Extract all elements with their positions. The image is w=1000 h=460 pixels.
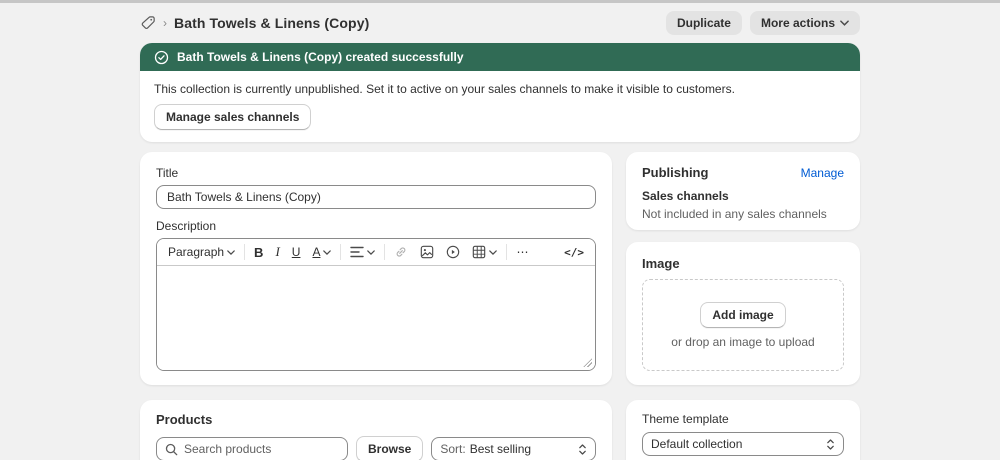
sales-channels-status: Not included in any sales channels [642, 207, 827, 221]
description-label: Description [156, 219, 217, 233]
theme-template-card: Theme template Default collection [626, 400, 860, 460]
theme-template-select[interactable]: Default collection [642, 432, 844, 456]
text-color-button[interactable]: A [309, 242, 334, 262]
format-dropdown[interactable]: Paragraph [165, 242, 238, 262]
description-field: Description Paragraph B I U A ⋯ </> [156, 219, 596, 371]
add-image-button[interactable]: Add image [700, 301, 786, 328]
rich-text-editor: Paragraph B I U A ⋯ </> [156, 238, 596, 371]
details-card: Title Description Paragraph B I [140, 152, 612, 385]
publishing-card: Publishing Manage Sales channels Not inc… [626, 152, 860, 230]
sales-channels-label: Sales channels [642, 189, 729, 203]
updown-stepper-icon [826, 438, 835, 451]
title-label: Title [156, 166, 179, 180]
bold-button[interactable]: B [251, 242, 266, 262]
collection-page: › Bath Towels & Linens (Copy) Duplicate … [140, 3, 860, 460]
theme-template-label: Theme template [642, 412, 729, 426]
main-content: Title Description Paragraph B I [140, 152, 860, 460]
publishing-title: Publishing [642, 165, 709, 180]
toolbar-divider [384, 244, 386, 260]
more-actions-label: More actions [760, 16, 835, 30]
image-card: Image Add image or drop an image to uplo… [626, 242, 860, 385]
right-column: Publishing Manage Sales channels Not inc… [626, 152, 860, 460]
theme-template-value: Default collection [651, 437, 743, 451]
manage-sales-channels-label: Manage sales channels [166, 110, 300, 124]
underline-button[interactable]: U [289, 242, 304, 262]
breadcrumb: › Bath Towels & Linens (Copy) [140, 15, 369, 31]
products-title: Products [156, 412, 213, 427]
image-title: Image [642, 256, 680, 271]
toolbar-divider [506, 244, 508, 260]
format-dropdown-label: Paragraph [168, 245, 225, 259]
description-textarea[interactable] [157, 266, 595, 370]
check-circle-icon [154, 50, 169, 65]
unpublished-notice-text: This collection is currently unpublished… [154, 82, 735, 96]
editor-toolbar: Paragraph B I U A ⋯ </> [157, 239, 595, 266]
collections-tag-icon[interactable] [140, 15, 156, 31]
more-formatting-button[interactable]: ⋯ [513, 242, 531, 262]
insert-table-icon[interactable] [469, 242, 500, 262]
page-header: › Bath Towels & Linens (Copy) Duplicate … [140, 11, 860, 35]
publishing-header: Publishing Manage [642, 165, 844, 180]
resize-handle[interactable] [583, 358, 592, 367]
title-input[interactable] [156, 185, 596, 209]
success-banner: Bath Towels & Linens (Copy) created succ… [140, 43, 860, 142]
drop-hint-text: or drop an image to upload [671, 334, 815, 349]
manage-link[interactable]: Manage [801, 166, 844, 180]
products-controls: Browse Sort: Best selling [156, 436, 596, 460]
browse-button[interactable]: Browse [356, 436, 424, 460]
left-column: Title Description Paragraph B I [140, 152, 612, 460]
link-icon[interactable] [391, 242, 411, 262]
toolbar-divider [340, 244, 342, 260]
show-html-button[interactable]: </> [561, 242, 587, 262]
products-card: Products Browse [140, 400, 612, 460]
image-dropzone[interactable]: Add image or drop an image to upload [642, 279, 844, 371]
more-actions-button[interactable]: More actions [749, 11, 860, 35]
header-actions: Duplicate More actions [665, 11, 860, 35]
unpublished-notice: This collection is currently unpublished… [140, 71, 860, 142]
search-products-input[interactable] [184, 442, 339, 456]
add-image-label: Add image [712, 307, 774, 322]
page-title: Bath Towels & Linens (Copy) [174, 15, 370, 31]
sort-select[interactable]: Sort: Best selling [431, 437, 596, 460]
breadcrumb-chevron: › [163, 16, 167, 30]
alignment-button[interactable] [347, 242, 378, 262]
duplicate-button[interactable]: Duplicate [665, 11, 742, 35]
browse-button-label: Browse [368, 442, 412, 456]
text-color-label: A [312, 245, 321, 259]
success-message: Bath Towels & Linens (Copy) created succ… [177, 50, 464, 64]
product-search [156, 437, 348, 460]
manage-sales-channels-button[interactable]: Manage sales channels [154, 104, 312, 130]
sort-prefix: Sort: [440, 442, 466, 456]
success-banner-header: Bath Towels & Linens (Copy) created succ… [140, 43, 860, 71]
italic-button[interactable]: I [272, 242, 282, 262]
toolbar-divider [244, 244, 246, 260]
search-icon [165, 443, 178, 456]
insert-image-icon[interactable] [417, 242, 437, 262]
duplicate-button-label: Duplicate [676, 16, 731, 30]
updown-stepper-icon [578, 443, 587, 456]
sort-value: Best selling [469, 442, 532, 456]
chevron-down-icon [840, 20, 849, 26]
insert-video-icon[interactable] [443, 242, 463, 262]
